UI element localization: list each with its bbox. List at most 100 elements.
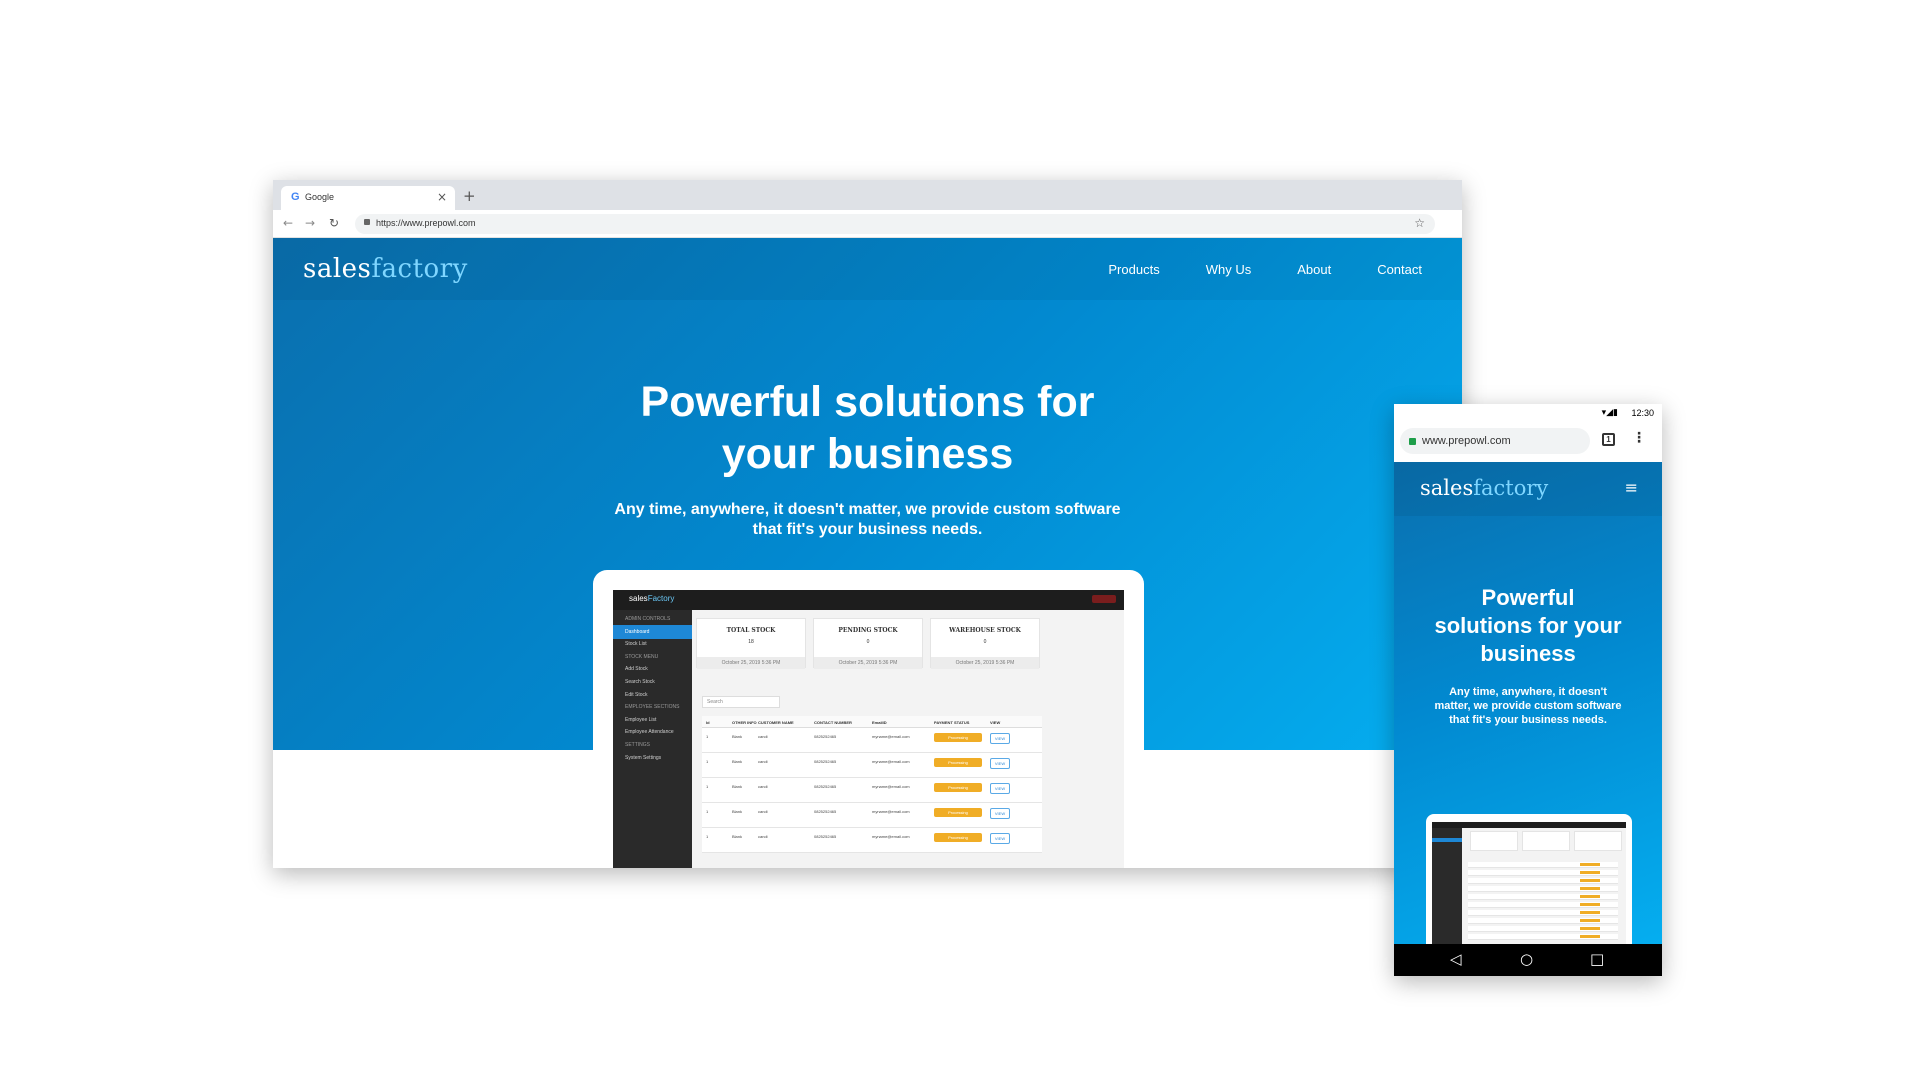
nav-home-icon[interactable]: ○	[1520, 950, 1533, 968]
table-row: 1 Blank candi 0825252465 myname@email.com Pro…	[702, 828, 1042, 853]
column-header: CONTACT NUMBER	[814, 720, 852, 725]
mobile-table-row	[1468, 870, 1618, 876]
table-cell: 0825252465	[814, 734, 837, 739]
mobile-stat-card	[1522, 831, 1570, 851]
nav-link-products[interactable]: Products	[1108, 262, 1159, 277]
browser-tab[interactable]: G Google ×	[281, 186, 455, 210]
table-cell: myname@email.com	[872, 834, 910, 839]
mobile-app-active-item	[1432, 838, 1462, 842]
table-cell: 1	[706, 759, 709, 764]
mobile-status-badge	[1580, 871, 1600, 874]
stat-date: October 25, 2019 5:36 PM	[697, 657, 805, 669]
mobile-address-bar: www.prepowl.com 1 ⋮	[1394, 422, 1662, 462]
reload-icon[interactable]: ↻	[329, 216, 339, 230]
mobile-app-preview-card	[1426, 814, 1632, 944]
table-row: 1 Blank candi 0825252465 myname@email.com Pro…	[702, 778, 1042, 803]
view-button[interactable]: VIEW	[990, 758, 1010, 769]
new-tab-icon[interactable]: +	[463, 187, 476, 205]
nav-link-about[interactable]: About	[1297, 262, 1331, 277]
column-header: Id	[706, 720, 710, 725]
table-cell: 0825252465	[814, 784, 837, 789]
stat-card-total-stock: TOTAL STOCK 18 October 25, 2019 5:36 PM	[696, 618, 806, 669]
back-arrow-icon[interactable]: ←	[283, 216, 293, 230]
stat-card-warehouse-stock: WAREHOUSE STOCK 0 October 25, 2019 5:36 …	[930, 618, 1040, 669]
hero-title-line-2: your business	[721, 430, 1014, 478]
hero-title: Powerful solutions for your business	[273, 376, 1462, 480]
nav-back-icon[interactable]: ◁	[1450, 950, 1462, 968]
site-navbar: salesfactory Products Why Us About Conta…	[273, 238, 1462, 300]
app-main: TOTAL STOCK 18 October 25, 2019 5:36 PM …	[692, 610, 1124, 868]
payment-status-badge: Processing	[934, 733, 982, 742]
column-header: VIEW	[990, 720, 1001, 725]
stat-title: TOTAL STOCK	[726, 627, 776, 634]
app-sidebar: ADMIN CONTROLS Dashboard Stock List STOCK M…	[613, 610, 692, 868]
app-preview: salesFactory ADMIN CONTROLS Dashboard Stoc…	[613, 590, 1124, 868]
payment-status-badge: Processing	[934, 833, 982, 842]
tab-count-icon[interactable]: 1	[1602, 433, 1615, 446]
mobile-mockup: ▾◢▮ 12:30 www.prepowl.com 1 ⋮ salesfacto…	[1394, 404, 1662, 976]
table-cell: myname@email.com	[872, 759, 910, 764]
mobile-url[interactable]: www.prepowl.com	[1422, 435, 1511, 447]
table-cell: 1	[706, 834, 709, 839]
view-button[interactable]: VIEW	[990, 833, 1010, 844]
logo-text-sales: sales	[303, 254, 372, 284]
bookmark-star-icon[interactable]: ☆	[1414, 216, 1425, 230]
stat-title: WAREHOUSE STOCK	[949, 627, 1021, 634]
mobile-stat-card	[1574, 831, 1622, 851]
forward-arrow-icon[interactable]: →	[305, 216, 315, 230]
mobile-status-badge	[1580, 919, 1600, 922]
mobile-status-badge	[1580, 935, 1600, 938]
mobile-table-row	[1468, 918, 1618, 924]
mobile-omnibox[interactable]: www.prepowl.com	[1400, 428, 1590, 454]
table-cell: Blank	[732, 734, 743, 739]
hero-title-line-1: Powerful solutions for	[640, 378, 1095, 426]
table-cell: candi	[758, 759, 768, 764]
close-icon[interactable]: ×	[437, 190, 447, 204]
payment-status-badge: Processing	[934, 758, 982, 767]
hero-subtitle: Any time, anywhere, it doesn't matter, w…	[273, 500, 1462, 540]
mobile-table-row	[1468, 886, 1618, 892]
nav-recents-icon[interactable]: □	[1590, 950, 1604, 968]
mobile-navbar: salesfactory ≡	[1394, 462, 1662, 516]
lock-icon	[364, 219, 370, 225]
orders-table: Id OTHER INFO CUSTOMER NAME CONTACT NUMBER E…	[702, 716, 1042, 853]
table-cell: Blank	[732, 834, 743, 839]
nav-link-contact[interactable]: Contact	[1377, 262, 1422, 277]
view-button[interactable]: VIEW	[990, 783, 1010, 794]
mobile-table-row	[1468, 926, 1618, 932]
stat-title: PENDING STOCK	[838, 627, 898, 634]
view-button[interactable]: VIEW	[990, 808, 1010, 819]
app-logo: salesFactory	[629, 594, 675, 603]
column-header: EmailID	[872, 720, 887, 725]
address-url[interactable]: https://www.prepowl.com	[376, 218, 476, 228]
sidebar-item[interactable]: System Settings	[613, 751, 692, 765]
signal-battery-icon: ▾◢▮	[1601, 408, 1618, 418]
table-cell: myname@email.com	[872, 809, 910, 814]
view-button[interactable]: VIEW	[990, 733, 1010, 744]
stat-value: 0	[983, 639, 987, 645]
table-cell: Blank	[732, 809, 743, 814]
table-cell: 1	[706, 784, 709, 789]
lock-icon	[1409, 438, 1416, 445]
logo-text-factory: factory	[371, 254, 468, 284]
mobile-status-badge	[1580, 927, 1600, 930]
nav-link-why-us[interactable]: Why Us	[1206, 262, 1252, 277]
hamburger-menu-icon[interactable]: ≡	[1625, 478, 1638, 497]
table-cell: Blank	[732, 784, 743, 789]
app-search-input[interactable]: Search	[702, 696, 780, 708]
phone-status-bar: ▾◢▮ 12:30	[1394, 404, 1662, 422]
logout-button[interactable]	[1092, 595, 1116, 603]
address-bar[interactable]: https://www.prepowl.com ☆	[355, 214, 1435, 234]
mobile-status-badge	[1580, 863, 1600, 866]
mobile-table-row	[1468, 878, 1618, 884]
mobile-table-row	[1468, 862, 1618, 868]
table-row: 1 Blank candi 0825252465 myname@email.com Pro…	[702, 803, 1042, 828]
table-cell: candi	[758, 784, 768, 789]
hero-subtitle-line-1: Any time, anywhere, it doesn't matter, w…	[614, 501, 1121, 518]
table-cell: 1	[706, 734, 709, 739]
site-logo[interactable]: salesfactory	[303, 254, 468, 284]
stat-date: October 25, 2019 5:36 PM	[814, 657, 922, 669]
website-viewport: salesfactory Products Why Us About Conta…	[273, 238, 1462, 868]
kebab-menu-icon[interactable]: ⋮	[1632, 430, 1646, 446]
mobile-site-logo[interactable]: salesfactory	[1420, 476, 1548, 500]
